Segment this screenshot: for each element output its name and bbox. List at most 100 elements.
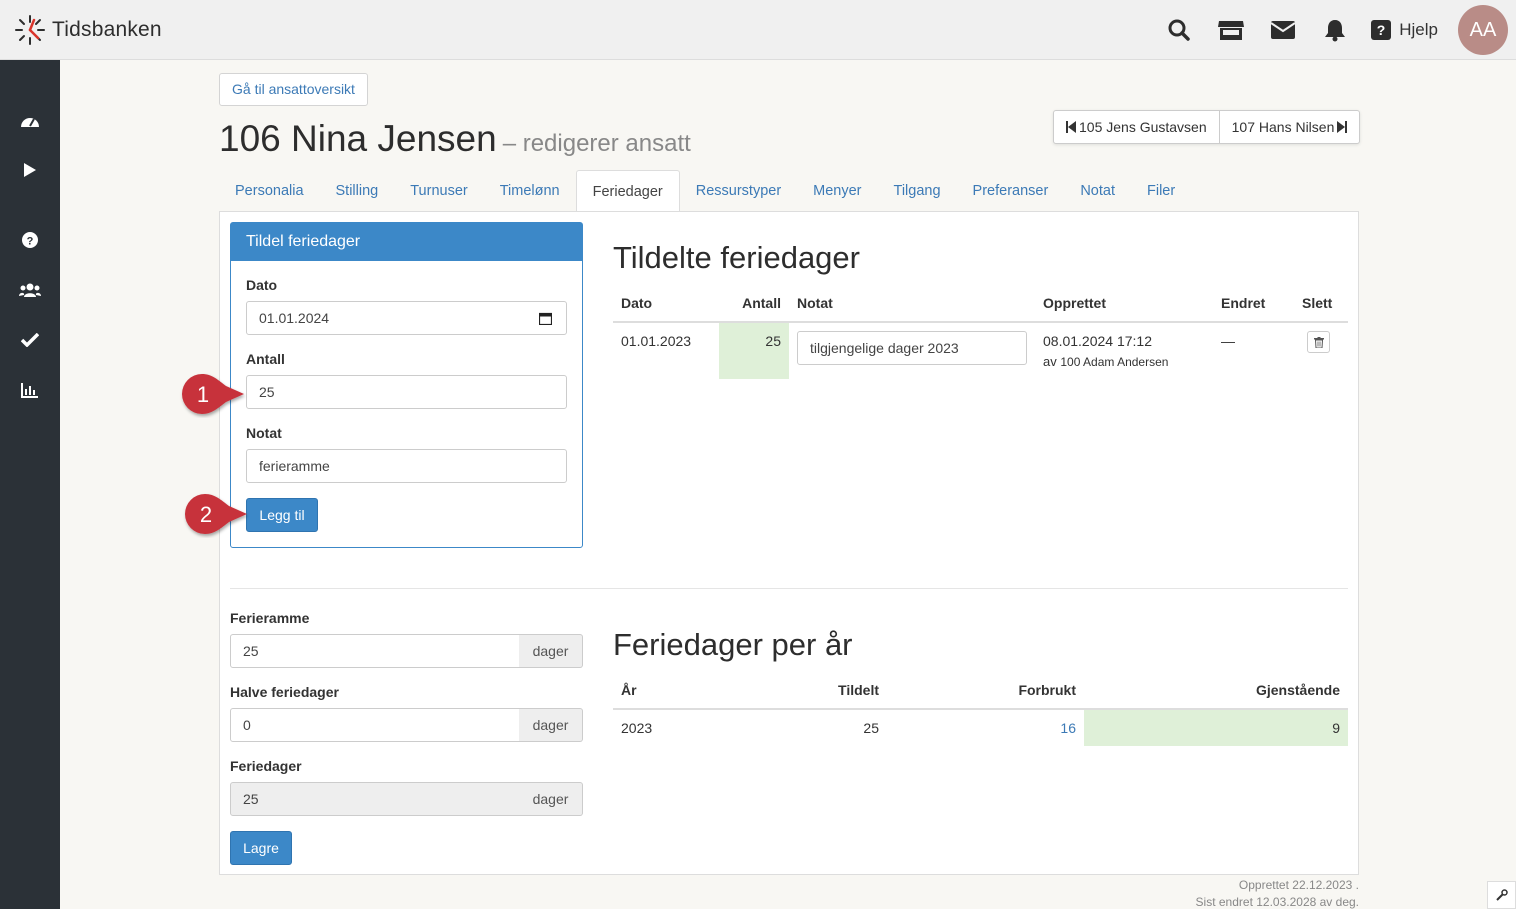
wrench-icon xyxy=(1495,889,1508,901)
col-assigned: Tildelt xyxy=(838,682,879,698)
col-created: Opprettet xyxy=(1043,295,1106,311)
step-forward-icon xyxy=(1337,121,1348,133)
sidebar-item-dashboard[interactable] xyxy=(0,105,60,135)
half-days-label: Halve feriedager xyxy=(230,684,339,700)
vacation-days-unit: dager xyxy=(519,782,583,816)
tab-turnuser[interactable]: Turnuser xyxy=(394,170,483,212)
messages-button[interactable] xyxy=(1257,0,1309,60)
date-input[interactable]: 01.01.2024 xyxy=(246,301,567,335)
store-button[interactable] xyxy=(1205,0,1257,60)
delete-row-button[interactable] xyxy=(1307,331,1330,353)
callout-number-2: 2 xyxy=(200,502,212,527)
notifications-button[interactable] xyxy=(1309,0,1361,60)
col-changed: Endret xyxy=(1221,295,1266,311)
count-input[interactable]: 25 xyxy=(246,375,567,409)
trash-icon xyxy=(1313,336,1324,348)
frame-unit: dager xyxy=(519,634,583,668)
created-by-name: 100 Adam Andersen xyxy=(1060,355,1169,369)
created-note: Opprettet 22.12.2023 . xyxy=(1238,878,1359,892)
tab-ressurstyper[interactable]: Ressurstyper xyxy=(680,170,797,212)
add-vacation-button[interactable]: Legg til xyxy=(246,498,318,532)
frame-input[interactable]: 25 xyxy=(230,634,520,668)
question-square-icon: ? xyxy=(1371,20,1392,40)
assigned-heading: Tildelte feriedager xyxy=(613,240,860,275)
tab-notat[interactable]: Notat xyxy=(1064,170,1131,212)
callout-marker-2: 2 xyxy=(185,494,247,534)
col-used: Forbrukt xyxy=(1018,682,1076,698)
logo-icon xyxy=(15,15,45,45)
tab-personalia[interactable]: Personalia xyxy=(219,170,320,212)
employee-navigation: 105 Jens Gustavsen 107 Hans Nilsen xyxy=(1053,110,1361,144)
users-icon xyxy=(19,283,41,297)
checkmark-icon xyxy=(21,333,39,347)
bell-icon xyxy=(1325,20,1346,42)
tab-filer[interactable]: Filer xyxy=(1131,170,1191,212)
goto-employee-overview-button[interactable]: Gå til ansattoversikt xyxy=(219,73,368,106)
employee-tabs: Personalia Stilling Turnuser Timelønn Fe… xyxy=(219,170,1191,213)
changed-note: Sist endret 12.03.2028 av deg. xyxy=(1195,895,1359,909)
col-count: Antall xyxy=(742,295,781,311)
tab-stilling[interactable]: Stilling xyxy=(320,170,395,212)
sidebar-item-help[interactable]: ? xyxy=(0,225,60,255)
previous-employee-button[interactable]: 105 Jens Gustavsen xyxy=(1054,111,1219,143)
search-button[interactable] xyxy=(1153,0,1205,60)
step-backward-icon xyxy=(1066,121,1076,133)
logo-text: Tidsbanken xyxy=(52,18,162,41)
store-icon xyxy=(1218,21,1245,40)
vacation-days-label: Feriedager xyxy=(230,758,302,774)
dashboard-icon xyxy=(21,118,39,127)
user-avatar[interactable]: AA xyxy=(1458,5,1508,55)
year-used-link[interactable]: 16 xyxy=(956,720,1076,736)
next-employee-label: 107 Hans Nilsen xyxy=(1231,119,1335,135)
callout-marker-1: 1 xyxy=(182,374,244,414)
save-button[interactable]: Lagre xyxy=(230,831,292,865)
row-note-input[interactable]: tilgjengelige dager 2023 xyxy=(797,331,1027,365)
svg-text:?: ? xyxy=(27,236,34,248)
search-icon xyxy=(1168,19,1190,41)
calendar-icon[interactable] xyxy=(539,312,552,325)
col-note: Notat xyxy=(797,295,833,311)
created-by-prefix: av xyxy=(1043,354,1057,369)
top-bar: Tidsbanken ? Hjelp AA xyxy=(0,0,1516,60)
sidebar-item-approve[interactable] xyxy=(0,325,60,355)
half-days-input[interactable]: 0 xyxy=(230,708,520,742)
tools-button[interactable] xyxy=(1487,881,1516,909)
section-divider xyxy=(230,588,1348,589)
tab-preferanser[interactable]: Preferanser xyxy=(957,170,1065,212)
note-input[interactable]: ferieramme xyxy=(246,449,567,483)
date-value: 01.01.2024 xyxy=(259,310,330,326)
tab-tilgang[interactable]: Tilgang xyxy=(878,170,957,212)
svg-text:?: ? xyxy=(1377,22,1386,38)
sidebar-item-play[interactable] xyxy=(0,155,60,185)
tab-menyer[interactable]: Menyer xyxy=(797,170,877,212)
sidebar-item-reports[interactable] xyxy=(0,375,60,405)
callout-number-1: 1 xyxy=(197,382,209,407)
date-label: Dato xyxy=(246,277,278,293)
app-logo[interactable]: Tidsbanken xyxy=(14,14,162,46)
col-year: År xyxy=(621,682,637,698)
note-label: Notat xyxy=(246,425,282,441)
year-remaining: 9 xyxy=(1332,720,1340,736)
col-date: Dato xyxy=(621,295,653,311)
next-employee-button[interactable]: 107 Hans Nilsen xyxy=(1218,111,1360,143)
employee-name: 106 Nina Jensen xyxy=(219,118,497,159)
sidebar-item-users[interactable] xyxy=(0,275,60,305)
help-label: Hjelp xyxy=(1399,20,1438,39)
help-link[interactable]: ? Hjelp xyxy=(1371,20,1438,40)
tab-timelonn[interactable]: Timelønn xyxy=(484,170,576,212)
tab-feriedager[interactable]: Feriedager xyxy=(575,170,680,213)
page-title: 106 Nina Jensen – redigerer ansatt xyxy=(219,118,691,160)
envelope-icon xyxy=(1270,21,1296,39)
year-assigned: 25 xyxy=(863,720,879,736)
row-created-by: av 100 Adam Andersen xyxy=(1043,354,1168,369)
row-date: 01.01.2023 xyxy=(621,333,692,349)
question-circle-icon: ? xyxy=(22,232,38,248)
count-label: Antall xyxy=(246,351,285,367)
previous-employee-label: 105 Jens Gustavsen xyxy=(1079,119,1207,135)
row-count-cell xyxy=(719,323,789,379)
vacation-days-input: 25 xyxy=(230,782,520,816)
bar-chart-icon xyxy=(21,383,38,398)
frame-label: Ferieramme xyxy=(230,610,310,626)
col-remaining: Gjenstående xyxy=(1255,682,1340,698)
half-days-unit: dager xyxy=(519,708,583,742)
